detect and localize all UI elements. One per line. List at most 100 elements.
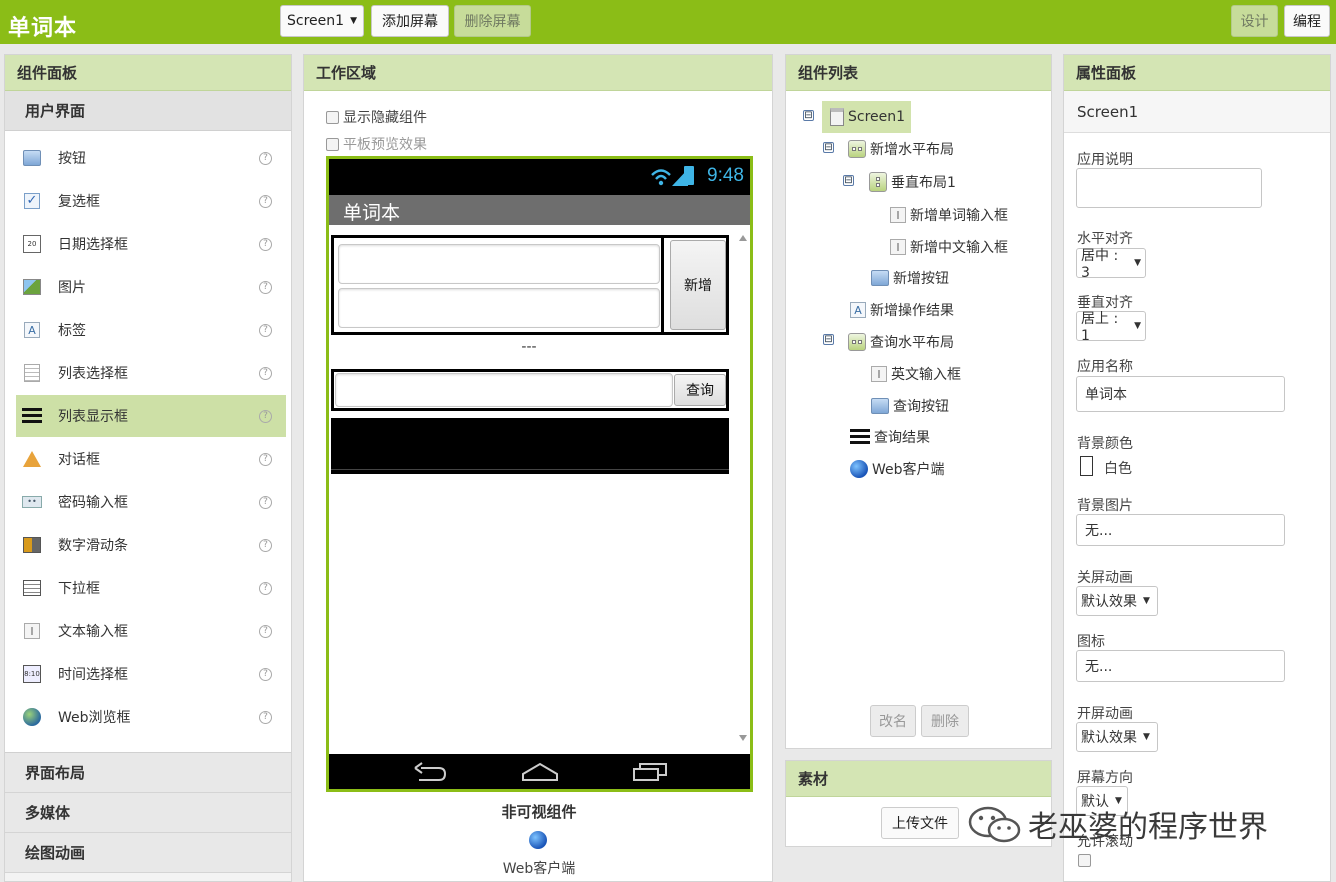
palette-category-drawing[interactable]: 绘图动画 <box>5 833 291 873</box>
scrollbar[interactable] <box>738 233 748 743</box>
query-button[interactable]: 查询 <box>674 374 726 406</box>
palette-item-label-component[interactable]: A 标签 ? <box>16 309 286 351</box>
palette-item-button[interactable]: 按钮 ? <box>16 137 286 179</box>
tree-item-result-listview[interactable]: 查询结果 <box>850 423 930 451</box>
tree-item-add-button[interactable]: 新增按钮 <box>871 264 949 292</box>
tree-item-chinese-textbox[interactable]: I 新增中文输入框 <box>890 233 1008 261</box>
status-clock: 9:48 <box>707 165 744 186</box>
align-vertical-select[interactable]: 居上 : 1 ▼ <box>1076 311 1146 344</box>
rename-button[interactable]: 改名 <box>870 705 916 737</box>
palette-item-list-view[interactable]: 列表显示框 ? <box>16 395 286 437</box>
palette-category-media[interactable]: 多媒体 <box>5 793 291 833</box>
query-result-listview[interactable] <box>331 418 729 474</box>
collapse-icon[interactable]: ⊟ <box>843 175 854 186</box>
open-animation-select[interactable]: 默认效果 ▼ <box>1076 722 1158 752</box>
palette-item-date-picker[interactable]: 20 日期选择框 ? <box>16 223 286 265</box>
palette-item-spinner[interactable]: 下拉框 ? <box>16 567 286 609</box>
color-swatch[interactable] <box>1080 456 1093 476</box>
close-animation-value: 默认效果 <box>1081 594 1137 610</box>
help-icon[interactable]: ? <box>259 710 272 724</box>
horizontal-layout-icon <box>848 140 866 158</box>
collapse-icon[interactable]: ⊟ <box>823 334 834 345</box>
palette-item-time-picker[interactable]: 8:10 时间选择框 ? <box>16 653 286 695</box>
help-icon[interactable]: ? <box>259 237 272 251</box>
help-icon[interactable]: ? <box>259 366 272 380</box>
vertical-layout[interactable] <box>334 238 664 332</box>
designer-button[interactable]: 设计 <box>1231 5 1278 37</box>
help-icon[interactable]: ? <box>259 194 272 208</box>
date-picker-icon: 20 <box>22 234 42 254</box>
remove-screen-button[interactable]: 删除屏幕 <box>454 5 531 37</box>
web-client-icon[interactable] <box>529 831 547 849</box>
align-horizontal-select[interactable]: 居中 : 3 ▼ <box>1076 248 1146 281</box>
tree-item-label: 新增单词输入框 <box>910 208 1008 224</box>
help-icon[interactable]: ? <box>259 323 272 337</box>
tablet-preview-label: 平板预览效果 <box>343 137 427 153</box>
show-hidden-checkbox[interactable] <box>326 110 339 124</box>
web-viewer-icon <box>22 707 42 727</box>
help-icon[interactable]: ? <box>259 151 272 165</box>
tree-item-result-label[interactable]: A 新增操作结果 <box>850 296 954 324</box>
tree-item-screen1[interactable]: Screen1 <box>822 101 912 133</box>
tree-item-add-hbox[interactable]: 新增水平布局 <box>848 135 954 163</box>
upload-file-button[interactable]: 上传文件 <box>881 807 959 839</box>
collapse-icon[interactable]: ⊟ <box>823 142 834 153</box>
help-icon[interactable]: ? <box>259 581 272 595</box>
tree-item-query-hbox[interactable]: 查询水平布局 <box>848 328 954 356</box>
add-screen-button[interactable]: 添加屏幕 <box>371 5 449 37</box>
help-icon[interactable]: ? <box>259 624 272 638</box>
palette-category-user-interface[interactable]: 用户界面 <box>5 91 291 131</box>
battery-icon <box>684 166 694 185</box>
help-icon[interactable]: ? <box>259 538 272 552</box>
query-horizontal-layout[interactable]: 查询 <box>331 369 729 411</box>
palette-item-slider[interactable]: 数字滑动条 ? <box>16 524 286 566</box>
tree-item-label: Web客户端 <box>872 462 945 478</box>
about-textarea[interactable] <box>1076 168 1262 208</box>
tree-item-web-client[interactable]: Web客户端 <box>850 455 945 483</box>
show-hidden-toggle[interactable]: 显示隐藏组件 <box>326 107 427 127</box>
tree-item-query-button[interactable]: 查询按钮 <box>871 392 949 420</box>
add-button[interactable]: 新增 <box>670 240 726 330</box>
show-hidden-label: 显示隐藏组件 <box>343 110 427 126</box>
scrollable-checkbox[interactable] <box>1078 854 1091 867</box>
palette-item-password[interactable]: •• 密码输入框 ? <box>16 481 286 523</box>
bg-image-picker[interactable]: 无... <box>1076 514 1285 546</box>
palette-item-textbox[interactable]: I 文本输入框 ? <box>16 610 286 652</box>
tree-item-vbox[interactable]: 垂直布局1 <box>869 168 956 196</box>
tree-item-english-textbox[interactable]: I 英文输入框 <box>871 360 961 388</box>
app-name-input[interactable]: 单词本 <box>1076 376 1285 412</box>
delete-button[interactable]: 删除 <box>921 705 969 737</box>
chevron-down-icon: ▼ <box>1143 596 1150 606</box>
close-animation-select[interactable]: 默认效果 ▼ <box>1076 586 1158 616</box>
palette-item-image[interactable]: 图片 ? <box>16 266 286 308</box>
english-textbox[interactable] <box>335 373 673 407</box>
tree-item-label: 新增中文输入框 <box>910 240 1008 256</box>
tablet-preview-toggle[interactable]: 平板预览效果 <box>326 134 427 154</box>
tree-item-word-textbox[interactable]: I 新增单词输入框 <box>890 201 1008 229</box>
icon-picker[interactable]: 无... <box>1076 650 1285 682</box>
screen-select[interactable]: Screen1 ▼ <box>280 5 364 37</box>
help-icon[interactable]: ? <box>259 495 272 509</box>
add-horizontal-layout[interactable]: 新增 <box>331 235 729 335</box>
chinese-textbox[interactable] <box>338 288 660 328</box>
help-icon[interactable]: ? <box>259 452 272 466</box>
palette-item-web-viewer[interactable]: Web浏览框 ? <box>16 696 286 738</box>
word-textbox[interactable] <box>338 244 660 284</box>
palette-item-notifier[interactable]: 对话框 ? <box>16 438 286 480</box>
palette-category-layout[interactable]: 界面布局 <box>5 753 291 793</box>
help-icon[interactable]: ? <box>259 667 272 681</box>
palette-item-list-picker[interactable]: 列表选择框 ? <box>16 352 286 394</box>
selected-component-name: Screen1 <box>1064 91 1330 133</box>
tablet-preview-checkbox[interactable] <box>326 137 339 151</box>
collapse-icon[interactable]: ⊟ <box>803 110 814 121</box>
button-icon <box>871 398 889 414</box>
palette-panel: 组件面板 用户界面 按钮 ? ✓ 复选框 ? 20 日期选择框 ? 图片 ? A… <box>4 54 292 882</box>
time-picker-icon: 8:10 <box>22 664 42 684</box>
checkbox-icon: ✓ <box>22 191 42 211</box>
components-title: 组件列表 <box>786 55 1051 91</box>
palette-item-checkbox[interactable]: ✓ 复选框 ? <box>16 180 286 222</box>
bg-color-value[interactable]: 白色 <box>1104 458 1132 478</box>
help-icon[interactable]: ? <box>259 409 272 423</box>
help-icon[interactable]: ? <box>259 280 272 294</box>
blocks-button[interactable]: 编程 <box>1284 5 1330 37</box>
